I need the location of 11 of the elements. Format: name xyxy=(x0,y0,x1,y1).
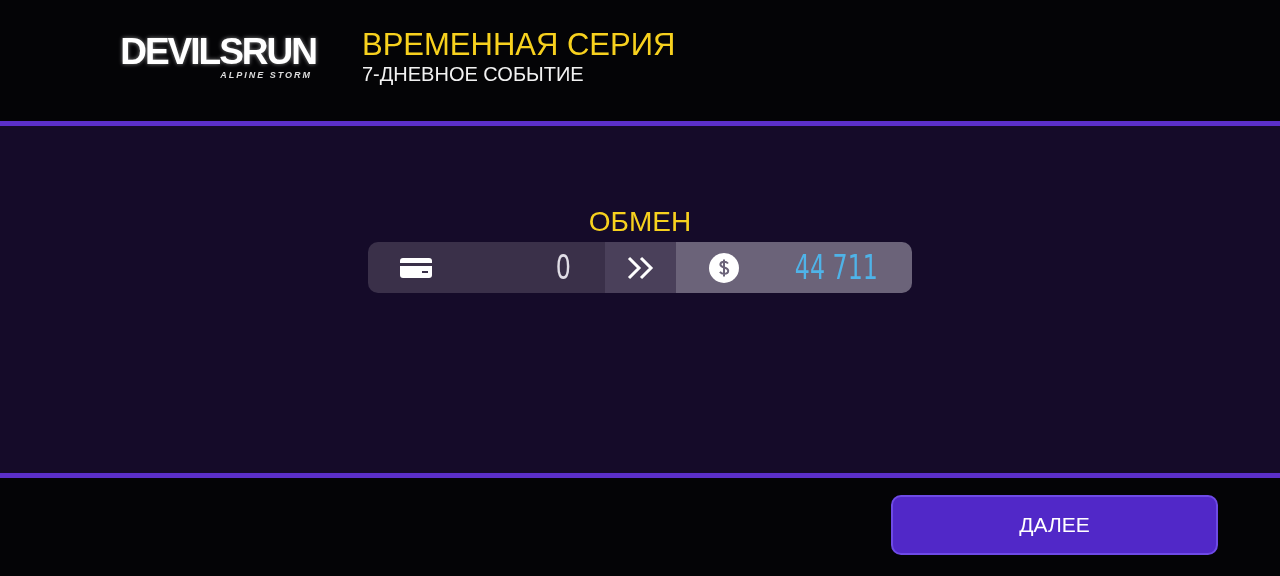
next-button[interactable]: ДАЛЕЕ xyxy=(891,495,1218,555)
event-title: ВРЕМЕННАЯ СЕРИЯ xyxy=(362,27,676,63)
double-chevron-icon xyxy=(625,254,656,281)
logo-subtitle: ALPINE STORM xyxy=(220,70,312,80)
card-icon xyxy=(400,257,432,278)
logo-title: DEVILSRUN xyxy=(120,33,316,70)
exchange-title: ОБМЕН xyxy=(588,206,692,238)
event-subtitle: 7-ДНЕВНОЕ СОБЫТИЕ xyxy=(362,63,585,86)
from-amount: 0 xyxy=(555,248,571,287)
dollar-coin-icon xyxy=(709,252,739,283)
to-amount: 44 711 xyxy=(794,248,878,287)
